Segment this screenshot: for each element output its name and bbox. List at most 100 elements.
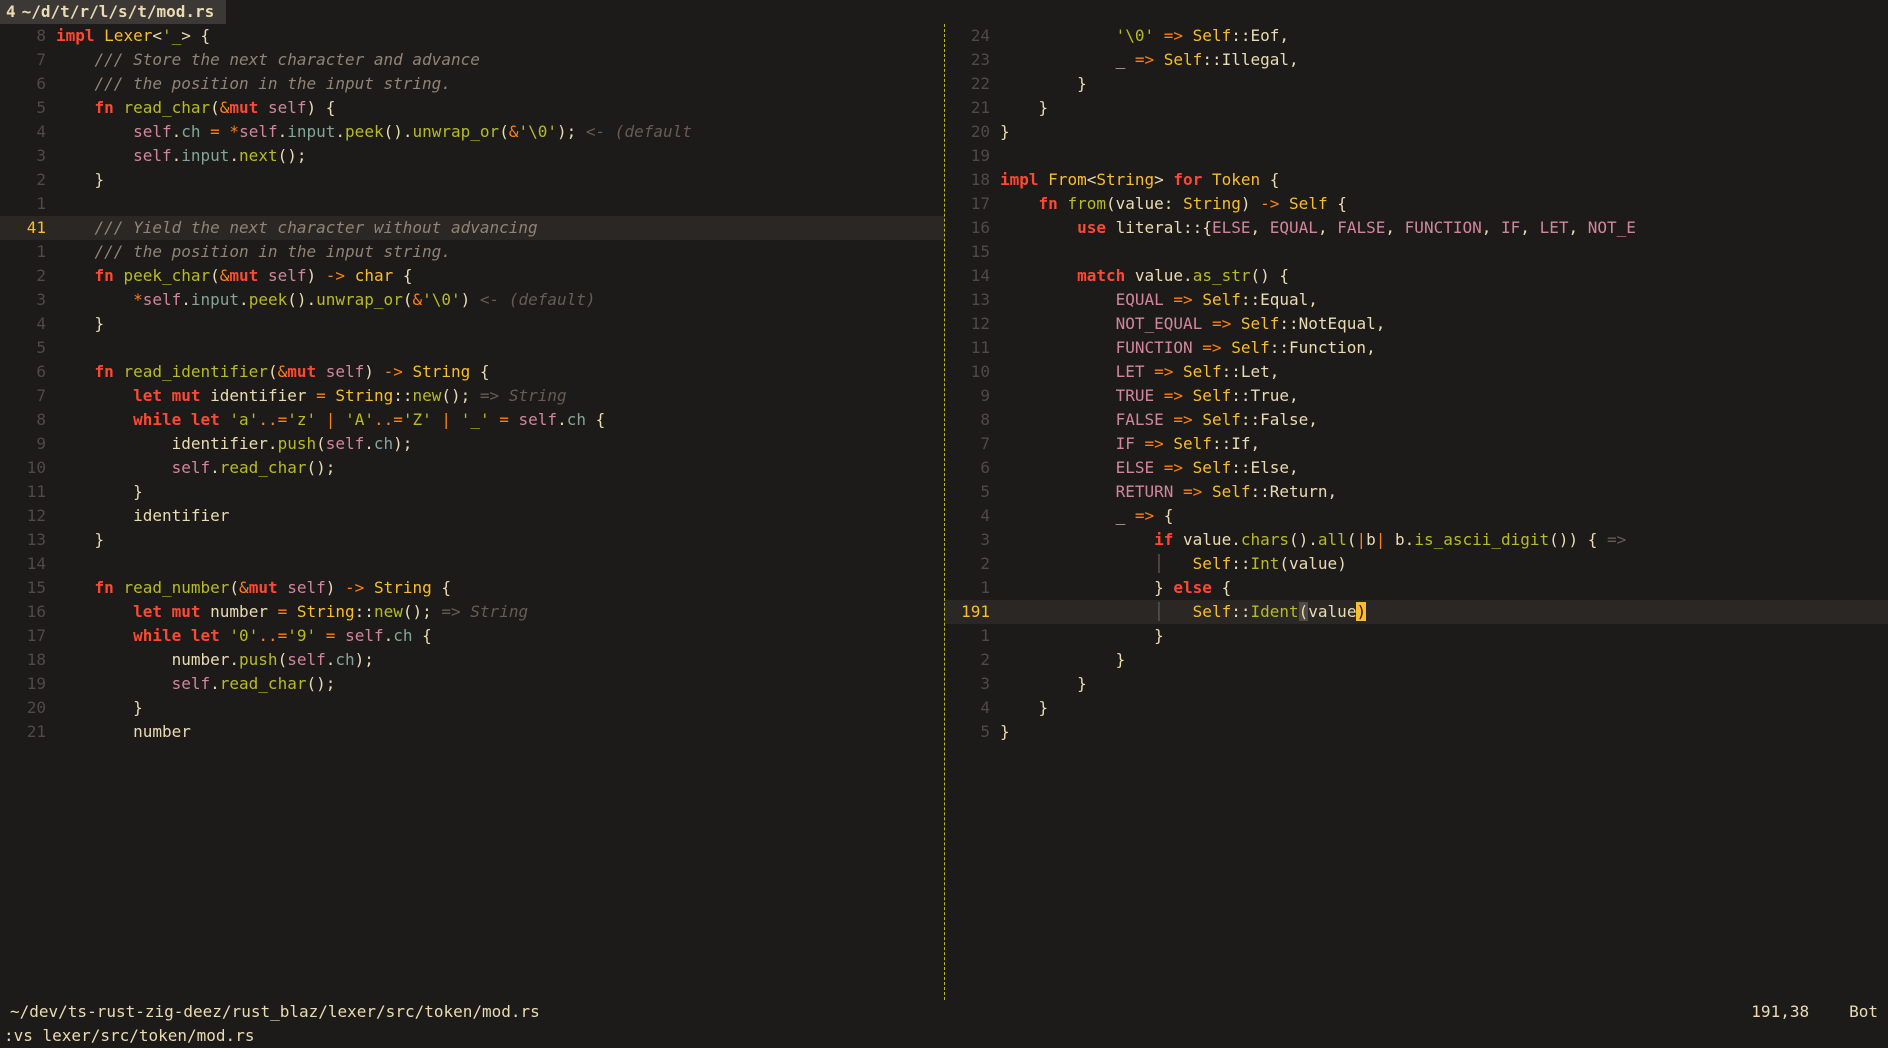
line-number: 24 xyxy=(944,24,1000,48)
code-line[interactable]: 3 *self.input.peek().unwrap_or(&'\0') <-… xyxy=(0,288,944,312)
code-line[interactable]: 10 self.read_char(); xyxy=(0,456,944,480)
line-content: } xyxy=(1000,720,1888,744)
line-content: *self.input.peek().unwrap_or(&'\0') <- (… xyxy=(56,288,944,312)
code-line[interactable]: 4 } xyxy=(0,312,944,336)
line-content: let mut identifier = String::new(); => S… xyxy=(56,384,944,408)
line-content: fn peek_char(&mut self) -> char { xyxy=(56,264,944,288)
code-line[interactable]: 11 } xyxy=(0,480,944,504)
code-line[interactable]: 1 xyxy=(0,192,944,216)
line-number: 20 xyxy=(0,696,56,720)
vertical-split-divider[interactable] xyxy=(944,24,945,1000)
status-scroll: Bot xyxy=(1849,1000,1878,1024)
code-line[interactable]: 5 xyxy=(0,336,944,360)
code-line[interactable]: 7 let mut identifier = String::new(); =>… xyxy=(0,384,944,408)
code-line[interactable]: 12 identifier xyxy=(0,504,944,528)
code-line[interactable]: 21 number xyxy=(0,720,944,744)
code-line[interactable]: 19 self.read_char(); xyxy=(0,672,944,696)
code-line[interactable]: 7 /// Store the next character and advan… xyxy=(0,48,944,72)
code-line[interactable]: 1 /// the position in the input string. xyxy=(0,240,944,264)
code-line[interactable]: 41 /// Yield the next character without … xyxy=(0,216,944,240)
code-line[interactable]: 2 │ Self::Int(value) xyxy=(944,552,1888,576)
line-number: 18 xyxy=(944,168,1000,192)
code-line[interactable]: 8impl Lexer<'_> { xyxy=(0,24,944,48)
code-line[interactable]: 21 } xyxy=(944,96,1888,120)
editor-pane-left[interactable]: 8impl Lexer<'_> {7 /// Store the next ch… xyxy=(0,24,944,1000)
line-content xyxy=(1000,240,1888,264)
line-content: if value.chars().all(|b| b.is_ascii_digi… xyxy=(1000,528,1888,552)
code-line[interactable]: 8 FALSE => Self::False, xyxy=(944,408,1888,432)
code-line[interactable]: 20 } xyxy=(0,696,944,720)
code-line[interactable]: 12 NOT_EQUAL => Self::NotEqual, xyxy=(944,312,1888,336)
line-content: EQUAL => Self::Equal, xyxy=(1000,288,1888,312)
line-content: identifier xyxy=(56,504,944,528)
code-line[interactable]: 22 } xyxy=(944,72,1888,96)
code-line[interactable]: 3 self.input.next(); xyxy=(0,144,944,168)
code-line[interactable]: 19 xyxy=(944,144,1888,168)
line-content: /// Yield the next character without adv… xyxy=(56,216,944,240)
line-content: identifier.push(self.ch); xyxy=(56,432,944,456)
code-line[interactable]: 2 } xyxy=(944,648,1888,672)
code-line[interactable]: 1 } else { xyxy=(944,576,1888,600)
code-line[interactable]: 7 IF => Self::If, xyxy=(944,432,1888,456)
line-number: 13 xyxy=(944,288,1000,312)
code-line[interactable]: 18impl From<String> for Token { xyxy=(944,168,1888,192)
code-line[interactable]: 8 while let 'a'..='z' | 'A'..='Z' | '_' … xyxy=(0,408,944,432)
editor-pane-right[interactable]: 24 '\0' => Self::Eof,23 _ => Self::Illeg… xyxy=(944,24,1888,1000)
code-line[interactable]: 13 EQUAL => Self::Equal, xyxy=(944,288,1888,312)
line-content: } else { xyxy=(1000,576,1888,600)
code-line[interactable]: 1 } xyxy=(944,624,1888,648)
code-line[interactable]: 23 _ => Self::Illegal, xyxy=(944,48,1888,72)
line-number: 5 xyxy=(0,336,56,360)
line-number: 20 xyxy=(944,120,1000,144)
line-number: 4 xyxy=(944,696,1000,720)
code-line[interactable]: 17 fn from(value: String) -> Self { xyxy=(944,192,1888,216)
line-number: 18 xyxy=(0,648,56,672)
line-number: 19 xyxy=(0,672,56,696)
line-content: ELSE => Self::Else, xyxy=(1000,456,1888,480)
tab-active[interactable]: 4 ~/d/t/r/l/s/t/mod.rs xyxy=(0,0,226,24)
code-line[interactable]: 5 RETURN => Self::Return, xyxy=(944,480,1888,504)
code-line[interactable]: 3 if value.chars().all(|b| b.is_ascii_di… xyxy=(944,528,1888,552)
line-content: } xyxy=(56,528,944,552)
line-content: } xyxy=(56,168,944,192)
code-line[interactable]: 6 ELSE => Self::Else, xyxy=(944,456,1888,480)
line-number: 2 xyxy=(0,168,56,192)
tab-path: ~/d/t/r/l/s/t/mod.rs xyxy=(22,0,215,24)
code-line[interactable]: 18 number.push(self.ch); xyxy=(0,648,944,672)
code-line[interactable]: 5} xyxy=(944,720,1888,744)
code-line[interactable]: 5 fn read_char(&mut self) { xyxy=(0,96,944,120)
code-line[interactable]: 13 } xyxy=(0,528,944,552)
code-line[interactable]: 6 fn read_identifier(&mut self) -> Strin… xyxy=(0,360,944,384)
code-line[interactable]: 20} xyxy=(944,120,1888,144)
line-number: 23 xyxy=(944,48,1000,72)
code-line[interactable]: 15 xyxy=(944,240,1888,264)
code-line[interactable]: 16 use literal::{ELSE, EQUAL, FALSE, FUN… xyxy=(944,216,1888,240)
line-number: 4 xyxy=(944,504,1000,528)
code-line[interactable]: 10 LET => Self::Let, xyxy=(944,360,1888,384)
code-line[interactable]: 11 FUNCTION => Self::Function, xyxy=(944,336,1888,360)
code-line[interactable]: 4 _ => { xyxy=(944,504,1888,528)
code-line[interactable]: 2 fn peek_char(&mut self) -> char { xyxy=(0,264,944,288)
code-line[interactable]: 9 identifier.push(self.ch); xyxy=(0,432,944,456)
code-line[interactable]: 15 fn read_number(&mut self) -> String { xyxy=(0,576,944,600)
code-line[interactable]: 17 while let '0'..='9' = self.ch { xyxy=(0,624,944,648)
code-line[interactable]: 2 } xyxy=(0,168,944,192)
tabline: 4 ~/d/t/r/l/s/t/mod.rs xyxy=(0,0,1888,24)
line-number: 3 xyxy=(0,144,56,168)
line-content: while let 'a'..='z' | 'A'..='Z' | '_' = … xyxy=(56,408,944,432)
line-number: 17 xyxy=(944,192,1000,216)
code-line[interactable]: 14 xyxy=(0,552,944,576)
code-line[interactable]: 6 /// the position in the input string. xyxy=(0,72,944,96)
code-line[interactable]: 4 self.ch = *self.input.peek().unwrap_or… xyxy=(0,120,944,144)
code-line[interactable]: 9 TRUE => Self::True, xyxy=(944,384,1888,408)
code-line[interactable]: 16 let mut number = String::new(); => St… xyxy=(0,600,944,624)
line-number: 13 xyxy=(0,528,56,552)
code-line[interactable]: 24 '\0' => Self::Eof, xyxy=(944,24,1888,48)
code-line[interactable]: 14 match value.as_str() { xyxy=(944,264,1888,288)
code-line[interactable]: 3 } xyxy=(944,672,1888,696)
command-line[interactable]: :vs lexer/src/token/mod.rs xyxy=(0,1024,1888,1048)
code-line[interactable]: 191 │ Self::Ident(value) xyxy=(944,600,1888,624)
line-content: '\0' => Self::Eof, xyxy=(1000,24,1888,48)
code-line[interactable]: 4 } xyxy=(944,696,1888,720)
line-content: _ => { xyxy=(1000,504,1888,528)
